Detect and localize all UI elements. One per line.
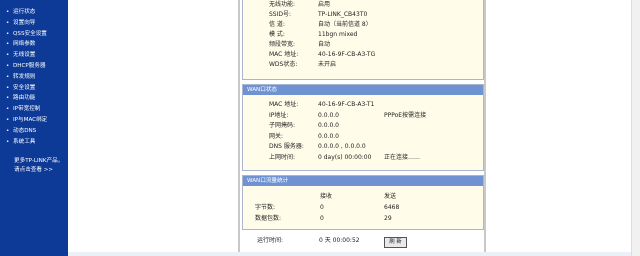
sidebar-item-label: 转发规则 (13, 73, 36, 80)
runtime-value: 0 天 00:00:52 (319, 237, 360, 244)
bullet-icon: • (6, 84, 10, 91)
wireless-status-panel: 无线功能: 启用 SSID号: TP-LINK_CB43T0 信 道: 自动（当前信道… (242, 0, 484, 80)
sidebar-item-bandwidth[interactable]: • IP带宽控制 (6, 104, 47, 115)
sidebar-item-status[interactable]: • 运行状态 (6, 7, 47, 18)
bullet-icon: • (6, 9, 10, 15)
sidebar-item-dhcp[interactable]: • DHCP服务器 (6, 61, 47, 72)
field-value: 未开启 (318, 61, 337, 68)
bullet-icon: • (6, 127, 10, 134)
more-products-link[interactable]: 更多TP-LINK产品， (14, 157, 63, 166)
sidebar-item-label: 路由功能 (13, 95, 36, 102)
sidebar-item-network[interactable]: • 网络参数 (6, 39, 47, 50)
field-value: 0 day(s) 00:00:00 (318, 153, 372, 161)
field-label: IP地址: (269, 111, 289, 119)
connection-status: 正在连接…… (384, 153, 421, 161)
sidebar-item-label: 系统工具 (13, 138, 36, 145)
bullet-icon: • (6, 62, 10, 69)
field-label: 上网时间: (269, 153, 296, 161)
sidebar-item-label: IP带宽控制 (13, 106, 41, 113)
sidebar-item-wizard[interactable]: • 设置向导 (6, 18, 47, 29)
received-value: 0 (320, 204, 324, 211)
field-value: 启用 (318, 1, 331, 8)
field-label: 模 式: (269, 31, 285, 38)
column-header-received: 接收 (320, 193, 333, 200)
field-label: 字节数: (255, 204, 276, 211)
bullet-icon: • (6, 95, 10, 102)
field-value: 0.0.0.0 (318, 122, 339, 129)
bullet-icon: • (6, 106, 10, 113)
sent-value: 29 (384, 214, 392, 222)
field-label: MAC 地址: (269, 51, 299, 58)
sidebar-item-forwarding[interactable]: • 转发规则 (6, 72, 47, 83)
sidebar-item-label: 设置向导 (13, 19, 36, 26)
panel-title: WAN口流量统计 (243, 176, 483, 186)
sidebar-item-ip-mac-binding[interactable]: • IP与MAC绑定 (6, 115, 47, 126)
promo-block: 更多TP-LINK产品， 请点击查看 >> (14, 157, 63, 175)
wan-traffic-panel: WAN口流量统计 接收 发送 字节数: 0 6468 数据包数: 0 29 (242, 175, 484, 230)
field-value: 11bgn mixed (318, 31, 358, 38)
field-value: 自动（当前信道 8） (318, 21, 372, 28)
field-value: 0.0.0.0 (318, 132, 339, 140)
field-value: 自动 (318, 41, 331, 48)
sidebar-item-label: QSS安全设置 (13, 30, 47, 37)
field-label: DNS 服务器: (269, 143, 304, 150)
field-label: 网关: (269, 132, 284, 140)
connection-type: PPPoE按需连接 (384, 111, 427, 119)
runtime-label: 运行时间: (257, 237, 284, 244)
sidebar-item-label: 无线设置 (13, 52, 36, 59)
field-value: 40-16-9F-CB-A3-TG (318, 51, 376, 58)
sidebar-item-label: 安全设置 (13, 84, 36, 91)
field-label: 信 道: (269, 21, 285, 28)
vertical-scrollbar[interactable] (631, 0, 640, 256)
runtime-row: 运行时间: 0 天 00:00:52 (242, 236, 482, 246)
field-label: 频段带宽: (269, 41, 296, 48)
sidebar-menu: • 运行状态 • 设置向导 • QSS安全设置 • 网络参数 • 无线设置 • DHCP服务… (6, 7, 47, 147)
sidebar-item-routing[interactable]: • 路由功能 (6, 93, 47, 104)
bullet-icon: • (6, 116, 10, 123)
content-left-border (238, 0, 240, 256)
sent-value: 6468 (384, 204, 400, 211)
sidebar-item-label: DHCP服务器 (13, 62, 46, 69)
field-label: SSID号: (269, 11, 292, 18)
sidebar-item-wireless[interactable]: • 无线设置 (6, 50, 47, 61)
sidebar-item-label: 网络参数 (13, 41, 36, 48)
field-label: 子网掩码: (269, 122, 296, 129)
sidebar-item-qss[interactable]: • QSS安全设置 (6, 29, 47, 40)
sidebar-item-label: 动态DNS (13, 127, 37, 134)
field-label: WDS状态: (269, 61, 298, 68)
panel-title: WAN口状态 (243, 85, 483, 95)
bullet-icon: • (6, 30, 10, 37)
sidebar-item-label: 运行状态 (13, 9, 36, 15)
content-right-border (484, 0, 486, 256)
received-value: 0 (320, 214, 324, 222)
bullet-icon: • (6, 138, 10, 145)
bullet-icon: • (6, 52, 10, 59)
wan-status-panel: WAN口状态 MAC 地址: 40-16-9F-CB-A3-T1 IP地址: 0.0… (242, 84, 484, 171)
sidebar: • 运行状态 • 设置向导 • QSS安全设置 • 网络参数 • 无线设置 • DHCP服务… (0, 0, 68, 256)
field-value: TP-LINK_CB43T0 (318, 11, 368, 18)
field-label: 无线功能: (269, 1, 296, 8)
page-bottom-band (68, 252, 632, 256)
column-header-sent: 发送 (384, 193, 397, 200)
bullet-icon: • (6, 73, 10, 80)
bullet-icon: • (6, 19, 10, 26)
field-value: 0.0.0.0 (318, 111, 339, 119)
sidebar-item-ddns[interactable]: • 动态DNS (6, 126, 47, 137)
bullet-icon: • (6, 41, 10, 48)
click-to-view-link[interactable]: 请点击查看 >> (14, 166, 63, 175)
field-label: MAC 地址: (269, 101, 299, 108)
sidebar-item-system-tools[interactable]: • 系统工具 (6, 137, 47, 148)
field-label: 数据包数: (255, 214, 282, 222)
refresh-button[interactable]: 刷 新 (384, 237, 407, 248)
field-value: 40-16-9F-CB-A3-T1 (318, 101, 375, 108)
sidebar-item-security[interactable]: • 安全设置 (6, 83, 47, 94)
field-value: 0.0.0.0 , 0.0.0.0 (318, 143, 366, 150)
sidebar-item-label: IP与MAC绑定 (13, 116, 48, 123)
